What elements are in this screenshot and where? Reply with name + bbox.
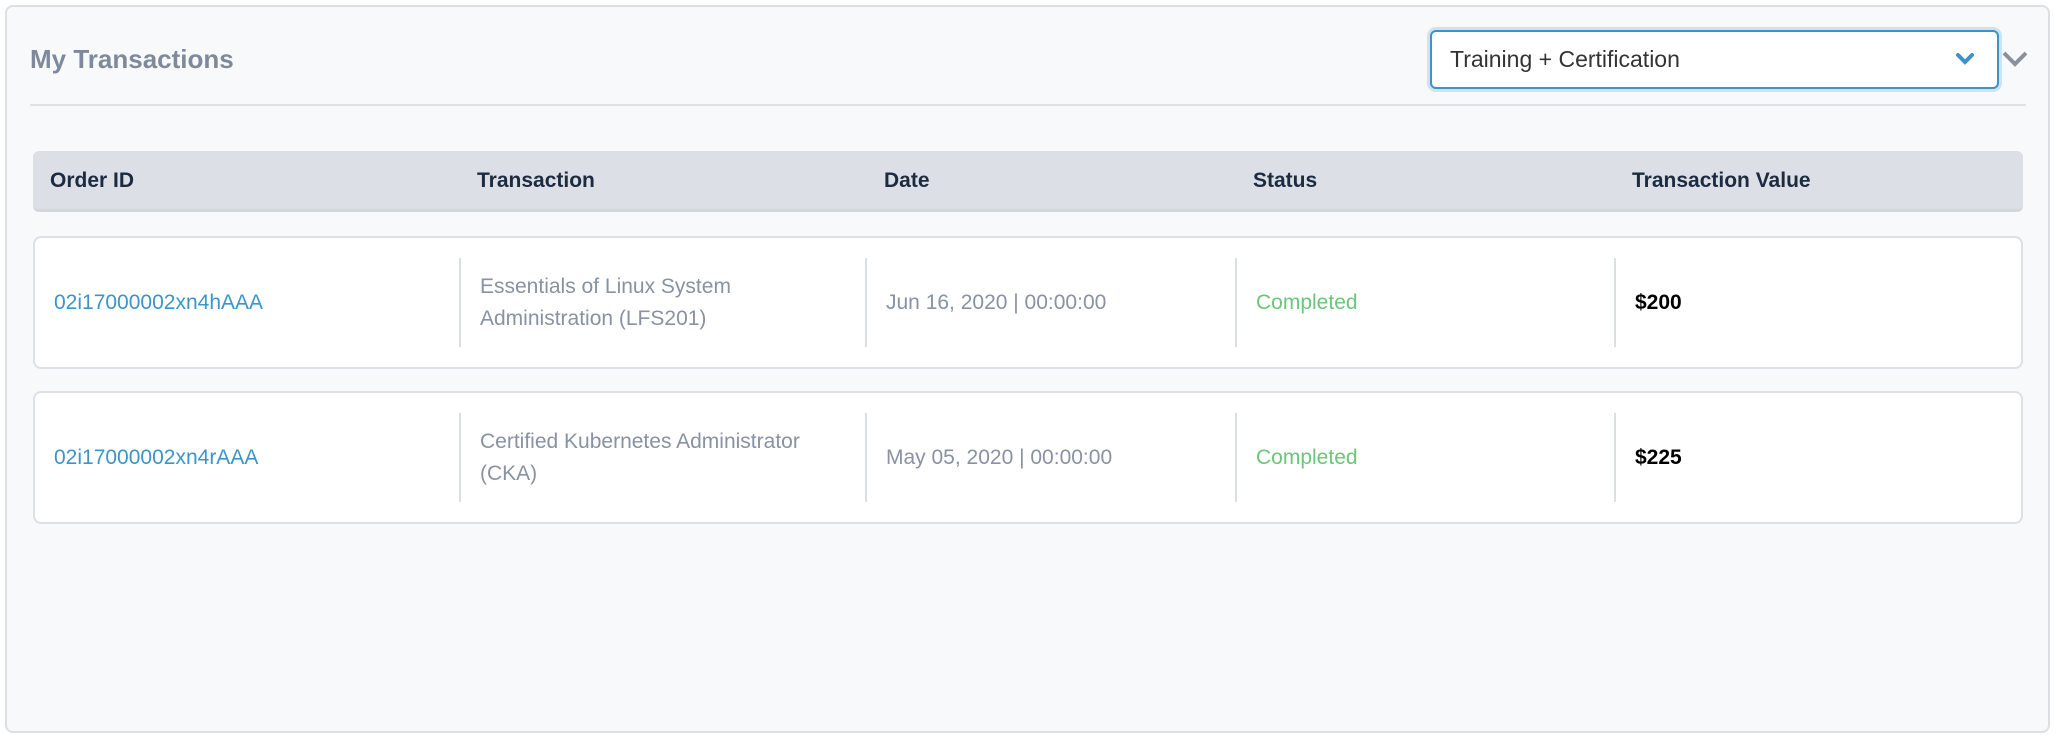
category-select-value: Training + Certification — [1450, 46, 1680, 72]
order-id-link[interactable]: 02i17000002xn4hAAA — [54, 238, 263, 367]
column-divider — [865, 413, 867, 502]
column-divider — [1235, 258, 1237, 347]
column-divider — [865, 258, 867, 347]
page-title: My Transactions — [30, 44, 234, 74]
status-badge: Completed — [1256, 290, 1358, 314]
column-header-date: Date — [884, 169, 930, 192]
column-header-order-id: Order ID — [50, 169, 135, 192]
table-row: 02i17000002xn4rAAA Certified Kubernetes … — [33, 391, 2023, 524]
column-header-value: Transaction Value — [1632, 169, 1811, 192]
status-badge: Completed — [1256, 445, 1358, 469]
transactions-panel — [5, 5, 2050, 733]
category-select[interactable]: Training + Certification — [1430, 30, 1999, 89]
column-divider — [1614, 413, 1616, 502]
transaction-date: May 05, 2020 | 00:00:00 — [886, 445, 1113, 469]
column-header-transaction: Transaction — [477, 169, 595, 192]
order-id-link[interactable]: 02i17000002xn4rAAA — [54, 393, 258, 522]
column-divider — [459, 258, 461, 347]
table-header: Order ID Transaction Date Status Transac… — [33, 151, 2023, 212]
collapse-chevron-icon[interactable] — [2002, 50, 2028, 68]
column-divider — [1235, 413, 1237, 502]
transaction-value: $225 — [1635, 445, 1682, 469]
transaction-name: Certified Kubernetes Administrator (CKA) — [480, 429, 800, 485]
header-divider — [30, 104, 2026, 106]
column-divider — [1614, 258, 1616, 347]
transaction-date: Jun 16, 2020 | 00:00:00 — [886, 290, 1107, 314]
column-divider — [459, 413, 461, 502]
transaction-name: Essentials of Linux System Administratio… — [480, 274, 731, 330]
chevron-down-icon — [1956, 53, 1974, 65]
column-header-status: Status — [1253, 169, 1318, 192]
table-row: 02i17000002xn4hAAA Essentials of Linux S… — [33, 236, 2023, 369]
transaction-value: $200 — [1635, 290, 1682, 314]
